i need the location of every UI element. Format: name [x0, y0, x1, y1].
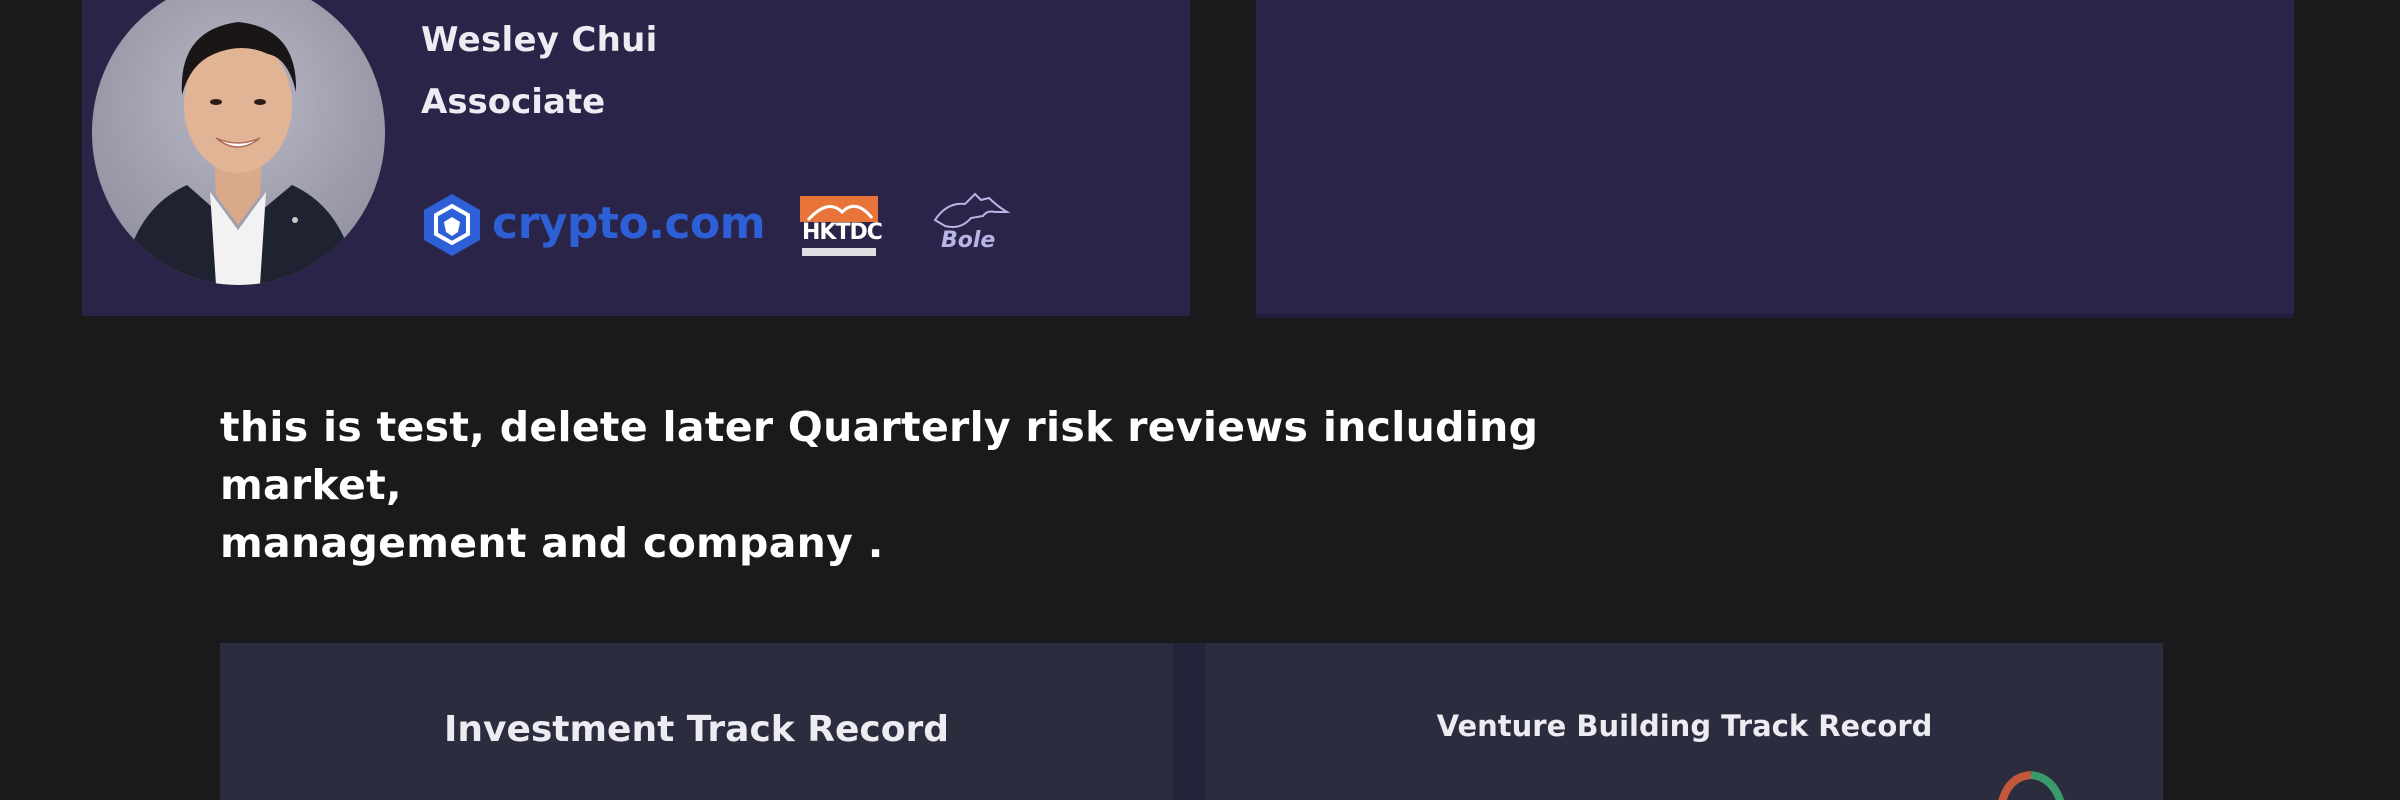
chart-ring-icon: [1998, 771, 2065, 800]
bole-logo: Bole: [925, 190, 1015, 260]
person-name: Wesley Chui: [421, 20, 658, 60]
hktdc-logo: HKTDC: [798, 192, 883, 258]
venture-building-track-record-title: Venture Building Track Record: [1436, 709, 1933, 743]
venture-building-track-record-card[interactable]: Venture Building Track Record: [1206, 643, 2163, 800]
investment-track-record-card[interactable]: Investment Track Record: [220, 643, 1173, 800]
profile-card: Wesley Chui Associate crypto.com HKTDC B…: [82, 0, 1190, 316]
description-line-2: management and company .: [220, 519, 884, 567]
crypto-com-wordmark: crypto.com: [492, 198, 766, 249]
hktdc-wordmark: HKTDC: [802, 220, 883, 245]
crypto-com-logo: crypto.com: [420, 192, 766, 256]
person-role: Associate: [421, 82, 606, 122]
page: Wesley Chui Associate crypto.com HKTDC B…: [0, 0, 2400, 800]
investment-track-record-title: Investment Track Record: [443, 709, 950, 750]
card-divider: [1173, 643, 1206, 800]
avatar: [92, 0, 385, 285]
bole-wordmark: Bole: [941, 228, 996, 253]
avatar-portrait: [122, 22, 357, 285]
profile-card-empty: [1256, 0, 2294, 318]
crypto-com-shield-icon: [424, 194, 480, 256]
description-line-1: this is test, delete later Quarterly ris…: [220, 403, 1539, 509]
horse-icon: [933, 192, 1011, 228]
description-text: this is test, delete later Quarterly ris…: [220, 398, 1620, 572]
